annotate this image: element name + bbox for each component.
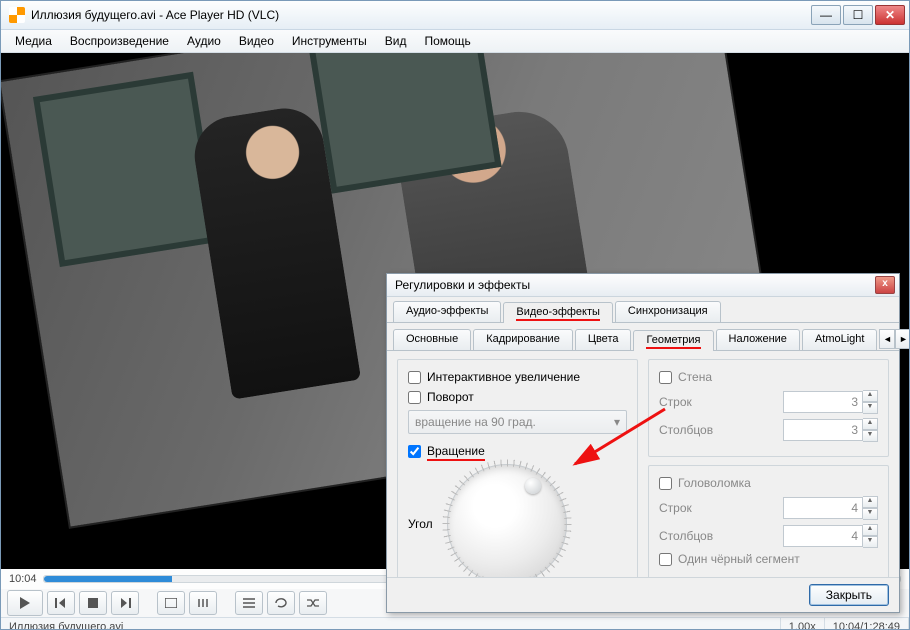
menu-tools[interactable]: Инструменты xyxy=(284,32,375,50)
titlebar: Иллюзия будущего.avi - Ace Player HD (VL… xyxy=(1,1,909,30)
chevron-down-icon: ▾ xyxy=(614,415,620,429)
dialog-close-btn[interactable]: Закрыть xyxy=(809,584,889,606)
puzzle-checkbox[interactable]: Головоломка xyxy=(659,476,878,490)
playlist-button[interactable] xyxy=(235,591,263,615)
subtab-geometry[interactable]: Геометрия xyxy=(633,330,713,351)
loop-button[interactable] xyxy=(267,591,295,615)
menu-playback[interactable]: Воспроизведение xyxy=(62,32,177,50)
statusbar: Иллюзия будущего.avi 1.00x 10:04/1:28:49 xyxy=(1,617,909,630)
puzzle-rows-spinner[interactable]: 4▲▼ xyxy=(783,496,878,520)
app-window: Иллюзия будущего.avi - Ace Player HD (VL… xyxy=(0,0,910,630)
dial-thumb[interactable] xyxy=(525,478,541,494)
fullscreen-button[interactable] xyxy=(157,591,185,615)
tab-sync[interactable]: Синхронизация xyxy=(615,301,721,322)
menu-media[interactable]: Медиа xyxy=(7,32,60,50)
zoom-checkbox[interactable]: Интерактивное увеличение xyxy=(408,370,627,384)
subtab-colors[interactable]: Цвета xyxy=(575,329,632,350)
next-button[interactable] xyxy=(111,591,139,615)
prev-button[interactable] xyxy=(47,591,75,615)
puzzle-cols-spinner[interactable]: 4▲▼ xyxy=(783,524,878,548)
wall-rows-label: Строк xyxy=(659,395,692,409)
blackseg-checkbox[interactable]: Один чёрный сегмент xyxy=(659,552,878,566)
wall-checkbox[interactable]: Стена xyxy=(659,370,878,384)
menu-audio[interactable]: Аудио xyxy=(179,32,229,50)
app-icon xyxy=(9,7,25,23)
subtab-scroll-left[interactable]: ◄ xyxy=(879,329,895,349)
sub-tabs: Основные Кадрирование Цвета Геометрия На… xyxy=(387,323,899,351)
person-left xyxy=(189,103,361,400)
puzzle-cols-label: Столбцов xyxy=(659,529,713,543)
subtab-overlay[interactable]: Наложение xyxy=(716,329,800,350)
puzzle-rows-label: Строк xyxy=(659,501,692,515)
play-button[interactable] xyxy=(7,590,43,616)
shuffle-button[interactable] xyxy=(299,591,327,615)
tab-video-effects[interactable]: Видео-эффекты xyxy=(503,302,613,323)
subtab-atmolight[interactable]: AtmoLight xyxy=(802,329,878,350)
effects-dialog: Регулировки и эффекты x Аудио-эффекты Ви… xyxy=(386,273,900,613)
close-button[interactable]: ✕ xyxy=(875,5,905,25)
window-title: Иллюзия будущего.avi - Ace Player HD (VL… xyxy=(31,8,811,22)
rotation-dial[interactable] xyxy=(447,464,567,584)
subtab-crop[interactable]: Кадрирование xyxy=(473,329,573,350)
menu-view[interactable]: Вид xyxy=(377,32,415,50)
elapsed-time: 10:04 xyxy=(9,573,37,585)
rotate-checkbox[interactable]: Поворот xyxy=(408,390,627,404)
menu-video[interactable]: Видео xyxy=(231,32,282,50)
geometry-panel: Интерактивное увеличение Поворот вращени… xyxy=(387,351,899,607)
tab-audio-effects[interactable]: Аудио-эффекты xyxy=(393,301,501,322)
main-tabs: Аудио-эффекты Видео-эффекты Синхронизаци… xyxy=(387,297,899,323)
wall-rows-spinner[interactable]: 3▲▼ xyxy=(783,390,878,414)
dialog-title: Регулировки и эффекты xyxy=(395,278,875,292)
angle-label: Угол xyxy=(408,517,433,531)
dialog-footer: Закрыть xyxy=(387,577,899,612)
status-time: 10:04/1:28:49 xyxy=(825,618,909,630)
wall-cols-spinner[interactable]: 3▲▼ xyxy=(783,418,878,442)
minimize-button[interactable]: — xyxy=(811,5,841,25)
status-file: Иллюзия будущего.avi xyxy=(1,618,781,630)
menu-help[interactable]: Помощь xyxy=(416,32,478,50)
menubar: Медиа Воспроизведение Аудио Видео Инстру… xyxy=(1,30,909,53)
maximize-button[interactable]: ☐ xyxy=(843,5,873,25)
subtab-basic[interactable]: Основные xyxy=(393,329,471,350)
status-speed: 1.00x xyxy=(781,618,825,630)
ext-settings-button[interactable] xyxy=(189,591,217,615)
subtab-scroll-right[interactable]: ► xyxy=(895,329,910,349)
stop-button[interactable] xyxy=(79,591,107,615)
rotate-combo[interactable]: вращение на 90 град.▾ xyxy=(408,410,627,434)
wall-cols-label: Столбцов xyxy=(659,423,713,437)
dialog-titlebar: Регулировки и эффекты x xyxy=(387,274,899,297)
dialog-close-button[interactable]: x xyxy=(875,276,895,294)
